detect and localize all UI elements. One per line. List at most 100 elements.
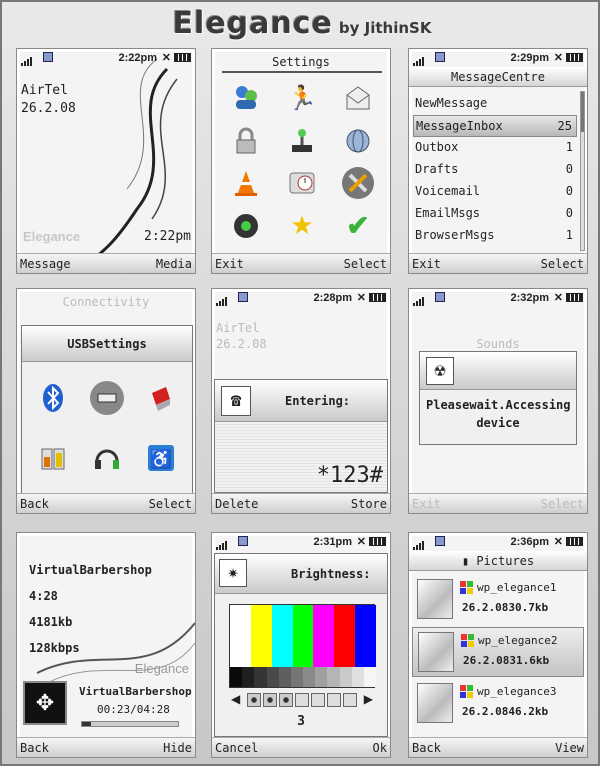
usb-icon[interactable] xyxy=(89,380,125,416)
picture-meta: 26.2.0846.2kb xyxy=(462,705,549,718)
clock-icon[interactable] xyxy=(284,165,320,201)
standby-clock: 2:22pm xyxy=(144,229,191,244)
softkey-right[interactable]: Store xyxy=(351,497,387,511)
signal-icon xyxy=(413,538,425,550)
softkey-right[interactable]: Ok xyxy=(373,741,387,755)
screen-title: MessageCentre xyxy=(409,67,587,87)
softkey-right[interactable]: Media xyxy=(156,257,192,271)
battery-icon xyxy=(566,53,583,62)
entry-label: Entering: xyxy=(285,394,351,408)
softkey-bar: Back Select xyxy=(17,493,195,513)
softkey-right[interactable]: View xyxy=(555,741,584,755)
softkey-left[interactable]: Exit xyxy=(412,257,441,271)
softkey-right[interactable]: Hide xyxy=(163,741,192,755)
loading-message: Pleasewait.Accessing device xyxy=(426,398,571,430)
softkey-right[interactable]: Select xyxy=(344,257,387,271)
softkey-right[interactable]: Select xyxy=(149,497,192,511)
dialed-number[interactable]: *123# xyxy=(317,463,383,488)
softkey-left[interactable]: Message xyxy=(20,257,71,271)
mute-icon: ✕ xyxy=(161,52,171,64)
cone-icon[interactable] xyxy=(228,165,264,201)
status-bar: 2:22pm ✕ xyxy=(17,49,195,67)
picture-name: wp_elegance2 xyxy=(478,634,558,647)
menu-item-3[interactable]: Drafts 0 xyxy=(413,159,577,181)
gray-bar xyxy=(327,667,340,687)
menu-item-4[interactable]: Voicemail 0 xyxy=(413,181,577,203)
folder-icon: ▮ xyxy=(461,554,477,568)
picture-thumbnail xyxy=(418,632,454,672)
picture-thumbnail xyxy=(417,683,453,723)
tools-icon[interactable] xyxy=(340,165,376,201)
screen-brightness: 2:31pm ✕ ✷ Brightness: ◀ ▶ 3 Cancel Ok xyxy=(211,532,391,758)
dialog-title: USBSettings xyxy=(22,326,192,362)
operator-name: AirTel xyxy=(21,83,68,98)
star-icon[interactable]: ★ xyxy=(284,208,320,244)
status-bar: 2:29pm ✕ xyxy=(409,49,587,67)
standby-date: 26.2.08 xyxy=(216,337,267,351)
screen-sounds: 2:32pm ✕ Sounds ☢ Pleasewait.Accessing d… xyxy=(408,288,588,514)
picture-item[interactable]: wp_elegance2 26.2.0831.6kb xyxy=(412,627,584,677)
globe-icon[interactable] xyxy=(340,123,376,159)
track-bitrate: 128kbps xyxy=(29,641,80,655)
envelope-icon[interactable] xyxy=(340,80,376,116)
status-bar: 2:28pm ✕ xyxy=(212,289,390,307)
bluetooth-icon[interactable] xyxy=(35,380,71,416)
menu-item-2[interactable]: Outbox 1 xyxy=(413,137,577,159)
accessibility-icon[interactable]: ♿ xyxy=(143,440,179,476)
infrared-icon[interactable] xyxy=(143,380,179,416)
status-time: 2:22pm xyxy=(118,52,157,64)
softkey-left[interactable]: Exit xyxy=(215,257,244,271)
picture-item[interactable]: wp_elegance1 26.2.0830.7kb xyxy=(412,575,584,625)
joystick-icon[interactable] xyxy=(284,123,320,159)
menu-item-1[interactable]: MessageInbox 25 xyxy=(413,115,577,137)
screen-title: Pictures xyxy=(476,554,535,568)
softkey-bar: Exit Select xyxy=(212,253,390,273)
signal-icon xyxy=(413,294,425,306)
softkey-left[interactable]: Back xyxy=(20,497,49,511)
scrollbar[interactable] xyxy=(580,91,585,251)
softkey-left[interactable]: Cancel xyxy=(215,741,258,755)
menu-item-label: BrowserMsgs xyxy=(415,228,495,242)
people-icon[interactable] xyxy=(228,80,264,116)
brightness-step xyxy=(343,693,357,707)
picture-item[interactable]: wp_elegance3 26.2.0846.2kb xyxy=(412,679,584,729)
network-icon xyxy=(435,536,445,546)
color-bar xyxy=(250,605,273,667)
track-length: 4:28 xyxy=(29,589,58,603)
menu-item-6[interactable]: BrowserMsgs 1 xyxy=(413,225,577,247)
softkey-left[interactable]: Back xyxy=(20,741,49,755)
softkey-left[interactable]: Exit xyxy=(412,497,441,511)
battery-icon xyxy=(566,293,583,302)
softkey-right[interactable]: Select xyxy=(541,257,584,271)
softkey-left[interactable]: Delete xyxy=(215,497,258,511)
menu-item-5[interactable]: EmailMsgs 0 xyxy=(413,203,577,225)
runner-icon[interactable]: 🏃 xyxy=(284,80,320,116)
mute-icon: ✕ xyxy=(553,52,563,64)
headset-icon[interactable] xyxy=(89,440,125,476)
brightness-step xyxy=(279,693,293,707)
speaker-icon[interactable] xyxy=(228,208,264,244)
signal-icon xyxy=(21,54,33,66)
player-controls-icon[interactable]: ✥ xyxy=(23,681,67,725)
theme-title: Elegance by JithinSK xyxy=(2,6,600,46)
svg-text:♿: ♿ xyxy=(150,448,172,469)
picture-name: wp_elegance1 xyxy=(477,581,557,594)
softkey-left[interactable]: Back xyxy=(412,741,441,755)
menu-item-count: 0 xyxy=(565,206,573,220)
brightness-steps xyxy=(247,693,357,707)
softkey-right[interactable]: Select xyxy=(541,497,584,511)
decrease-arrow-icon[interactable]: ◀ xyxy=(231,692,240,706)
watermark: Elegance xyxy=(134,661,189,676)
dialog-title: Brightness: xyxy=(291,567,371,581)
increase-arrow-icon[interactable]: ▶ xyxy=(364,692,373,706)
menu-item-0[interactable]: NewMessage xyxy=(413,93,577,115)
screen-title: Connectivity xyxy=(62,295,150,309)
picture-thumbnail xyxy=(417,579,453,619)
progress-track[interactable] xyxy=(81,721,179,727)
lock-icon[interactable] xyxy=(228,123,264,159)
brightness-slider[interactable]: ◀ ▶ xyxy=(229,692,375,708)
check-icon[interactable]: ✔ xyxy=(340,208,376,244)
watermark: Elegance xyxy=(23,229,81,244)
battery-icon[interactable] xyxy=(35,440,71,476)
mute-icon: ✕ xyxy=(553,292,563,304)
